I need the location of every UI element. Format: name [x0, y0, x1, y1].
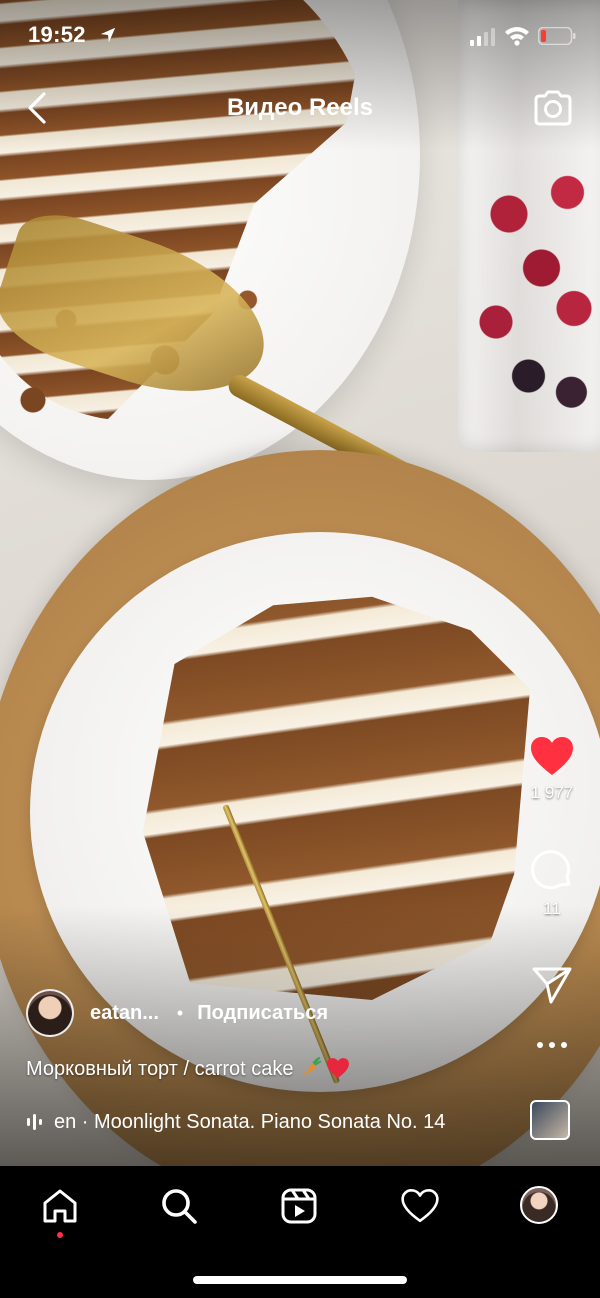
audio-track-title: en · Moonlight Sonata. Piano Sonata No. …: [54, 1110, 446, 1133]
separator-dot: •: [176, 1002, 184, 1023]
profile-avatar[interactable]: [520, 1186, 558, 1224]
location-arrow-icon: [100, 27, 116, 43]
home-indicator[interactable]: [193, 1276, 407, 1284]
page-title: Видео Reels: [226, 94, 374, 121]
status-time: 19:52: [28, 22, 86, 47]
audio-track[interactable]: en · Moonlight Sonata. Piano Sonata No. …: [26, 1108, 496, 1136]
status-bar: 19:52: [0, 0, 600, 72]
like-action: 1 977: [520, 735, 584, 803]
more-action: [520, 1040, 584, 1050]
comment-icon[interactable]: [529, 847, 575, 893]
author-avatar[interactable]: [26, 989, 74, 1037]
more-horizontal-icon[interactable]: [535, 1040, 569, 1050]
battery-icon: [538, 27, 576, 45]
carrot-icon: [302, 1057, 321, 1077]
author-username[interactable]: eatan...: [90, 1002, 159, 1025]
wifi-icon: [505, 27, 529, 46]
comment-count[interactable]: 11: [520, 899, 584, 919]
audio-cover-thumbnail[interactable]: [530, 1100, 570, 1140]
comment-action: 11: [520, 847, 584, 919]
reels-icon[interactable]: [279, 1186, 319, 1226]
heart-filled-icon[interactable]: [529, 735, 575, 777]
camera-icon[interactable]: [532, 88, 574, 128]
home-icon[interactable]: [40, 1186, 80, 1226]
video-berries: [470, 160, 600, 430]
post-caption[interactable]: Морковный торт / carrot cake: [26, 1057, 350, 1081]
paper-plane-icon[interactable]: [531, 965, 573, 1005]
heart-outline-icon[interactable]: [400, 1186, 440, 1226]
signal-icon: [470, 28, 495, 46]
share-action: [520, 965, 584, 1005]
caption-text: Морковный торт / carrot cake: [26, 1058, 294, 1080]
audio-bars-icon: [27, 1114, 42, 1130]
search-icon[interactable]: [159, 1186, 199, 1226]
like-count[interactable]: 1 977: [520, 783, 584, 803]
notification-dot: [57, 1232, 63, 1238]
follow-button[interactable]: Подписаться: [197, 1002, 328, 1025]
heart-icon: [326, 1058, 349, 1078]
author-row: eatan... • Подписаться: [26, 987, 328, 1039]
